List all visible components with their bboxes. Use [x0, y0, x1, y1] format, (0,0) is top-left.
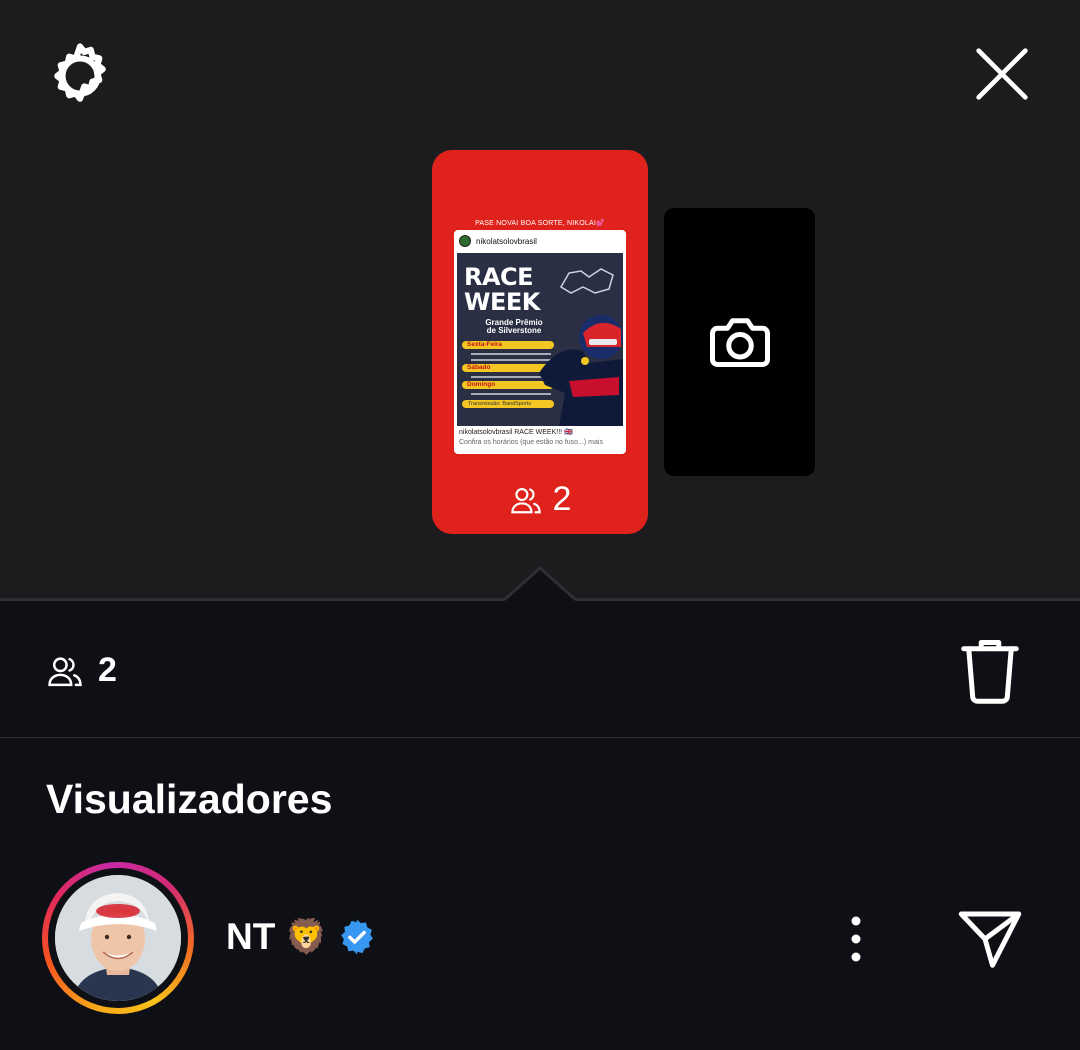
caption-line-1: nikolatsolovbrasil RACE WEEK!!! 🇬🇧: [459, 429, 573, 436]
people-icon: [510, 487, 541, 513]
title-line-2: WEEK: [464, 288, 540, 316]
story-thumbnail-selected[interactable]: PASE NOVAI BOA SORTE, NIKOLAI💕 nikolatso…: [432, 150, 648, 534]
viewers-summary-count: 2: [98, 651, 117, 689]
story-viewer-count-value: 2: [552, 480, 572, 518]
post-avatar: [459, 235, 471, 247]
section-divider: [0, 737, 1080, 738]
add-story-camera-card[interactable]: [664, 208, 815, 476]
send-message-button[interactable]: [950, 902, 1030, 976]
avatar-photo: [55, 875, 181, 1001]
close-icon: [976, 48, 1028, 100]
story-header-text: PASE NOVAI BOA SORTE, NIKOLAI💕: [475, 220, 605, 227]
trash-icon: [961, 640, 1019, 704]
verified-badge-icon: [340, 919, 373, 955]
delete-story-button[interactable]: [958, 634, 1022, 706]
selection-pointer: [504, 566, 576, 604]
viewers-summary[interactable]: 2: [46, 651, 117, 690]
gear-icon: [54, 43, 106, 102]
viewers-section-title: Visualizadores: [46, 776, 333, 822]
title-line-1: RACE: [464, 263, 534, 291]
avatar: [55, 875, 181, 1001]
viewer-row[interactable]: NT 🦁: [0, 862, 1080, 1016]
viewer-name[interactable]: NT 🦁: [226, 916, 376, 958]
camera-icon: [709, 318, 770, 367]
settings-button[interactable]: [40, 36, 120, 116]
more-vertical-icon: [851, 916, 861, 962]
caption-line-2: Confira os horários (que estão no fuso..…: [459, 439, 603, 446]
avatar-ring-gap: [48, 868, 188, 1008]
story-stats-bar: [0, 601, 1080, 737]
story-viewer-count: 2: [432, 480, 648, 519]
driver-photo: [539, 315, 623, 426]
track-map-graphic: [559, 268, 614, 294]
people-icon: [48, 656, 82, 686]
viewer-emoji: 🦁: [285, 918, 328, 956]
avatar-story-ring[interactable]: [42, 862, 194, 1014]
race-week-title: RACE WEEK: [464, 265, 540, 315]
more-options-button[interactable]: [836, 912, 876, 966]
paper-plane-icon: [958, 911, 1022, 968]
post-image: RACE WEEK Grande Prêmio de Silverstone S…: [457, 253, 623, 426]
shared-post: nikolatsolovbrasil RACE WEEK Grande Prêm…: [454, 230, 626, 454]
close-button[interactable]: [962, 34, 1042, 114]
post-caption: nikolatsolovbrasil RACE WEEK!!! 🇬🇧 Confi…: [459, 428, 625, 448]
post-username: nikolatsolovbrasil: [476, 236, 537, 246]
viewer-username: NT: [226, 916, 276, 957]
